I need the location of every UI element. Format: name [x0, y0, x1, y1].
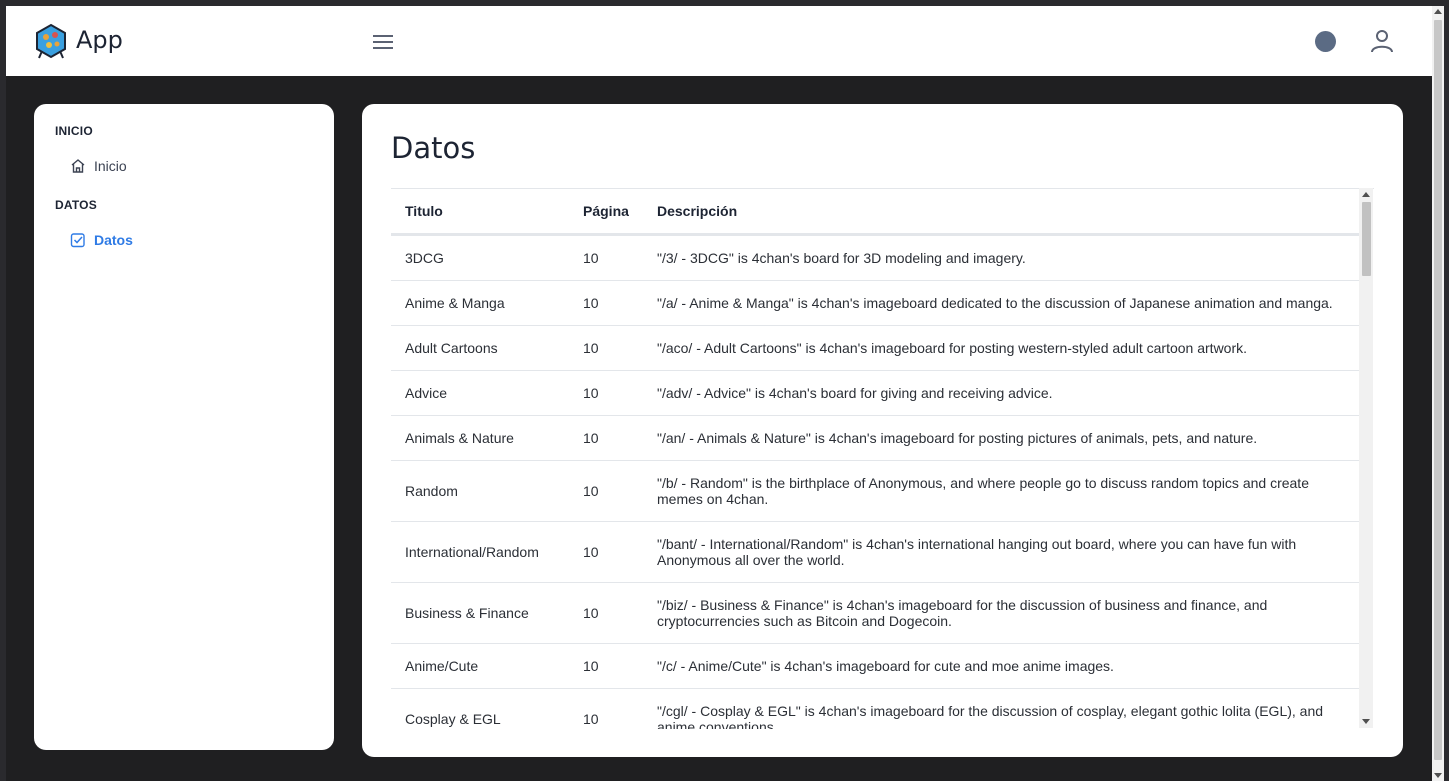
- data-table-container[interactable]: Titulo Página Descripción 3DCG 10 "/3/ -…: [391, 188, 1374, 729]
- cell-descripcion: "/c/ - Anime/Cute" is 4chan's imageboard…: [643, 643, 1359, 689]
- page-scroll-down-arrow-icon[interactable]: [1434, 773, 1442, 778]
- cell-titulo: Adult Cartoons: [391, 325, 569, 371]
- scroll-up-arrow-icon[interactable]: [1362, 192, 1370, 197]
- column-header-descripcion[interactable]: Descripción: [643, 189, 1359, 236]
- table-row[interactable]: Random 10 "/b/ - Random" is the birthpla…: [391, 460, 1359, 522]
- table-scrollbar[interactable]: [1359, 188, 1373, 728]
- cell-titulo: 3DCG: [391, 234, 569, 281]
- home-icon: [71, 159, 85, 173]
- table-row[interactable]: 3DCG 10 "/3/ - 3DCG" is 4chan's board fo…: [391, 234, 1359, 281]
- user-profile-icon[interactable]: [1369, 28, 1395, 54]
- sidebar-section-inicio: INICIO: [55, 124, 93, 138]
- cell-pagina: 10: [569, 325, 643, 371]
- cell-pagina: 10: [569, 415, 643, 461]
- page-scrollbar[interactable]: [1432, 6, 1444, 781]
- sidebar-section-datos: DATOS: [55, 198, 97, 212]
- sidebar: INICIO Inicio DATOS Datos: [34, 104, 334, 750]
- page-scroll-up-arrow-icon[interactable]: [1434, 9, 1442, 14]
- app-frame: App INICIO Inicio DATOS Datos Datos Titu…: [6, 6, 1432, 781]
- check-square-icon: [70, 233, 85, 248]
- column-header-pagina[interactable]: Página: [569, 189, 643, 236]
- cell-pagina: 10: [569, 688, 643, 729]
- page-scrollbar-thumb[interactable]: [1434, 20, 1442, 760]
- sidebar-item-label: Datos: [94, 232, 133, 248]
- cell-pagina: 10: [569, 460, 643, 522]
- table-row[interactable]: Advice 10 "/adv/ - Advice" is 4chan's bo…: [391, 370, 1359, 416]
- app-title: App: [76, 26, 123, 54]
- table-row[interactable]: Adult Cartoons 10 "/aco/ - Adult Cartoon…: [391, 325, 1359, 371]
- cell-pagina: 10: [569, 643, 643, 689]
- cell-titulo: Random: [391, 460, 569, 522]
- cell-pagina: 10: [569, 582, 643, 644]
- cell-descripcion: "/b/ - Random" is the birthplace of Anon…: [643, 460, 1359, 522]
- cell-titulo: Business & Finance: [391, 582, 569, 644]
- data-table: Titulo Página Descripción 3DCG 10 "/3/ -…: [391, 189, 1359, 729]
- cell-descripcion: "/3/ - 3DCG" is 4chan's board for 3D mod…: [643, 234, 1359, 281]
- cell-descripcion: "/bant/ - International/Random" is 4chan…: [643, 521, 1359, 583]
- cell-titulo: International/Random: [391, 521, 569, 583]
- table-row[interactable]: Business & Finance 10 "/biz/ - Business …: [391, 582, 1359, 644]
- table-row[interactable]: Anime & Manga 10 "/a/ - Anime & Manga" i…: [391, 280, 1359, 326]
- cell-titulo: Advice: [391, 370, 569, 416]
- cell-pagina: 10: [569, 280, 643, 326]
- table-scrollbar-thumb[interactable]: [1362, 202, 1371, 276]
- cell-descripcion: "/biz/ - Business & Finance" is 4chan's …: [643, 582, 1359, 644]
- cell-titulo: Anime/Cute: [391, 643, 569, 689]
- cell-titulo: Cosplay & EGL: [391, 688, 569, 729]
- page-title: Datos: [391, 131, 476, 165]
- app-logo-icon: [36, 23, 66, 59]
- sidebar-item-inicio[interactable]: Inicio: [70, 154, 127, 178]
- table-row[interactable]: International/Random 10 "/bant/ - Intern…: [391, 521, 1359, 583]
- cell-descripcion: "/an/ - Animals & Nature" is 4chan's ima…: [643, 415, 1359, 461]
- theme-toggle-button[interactable]: [1315, 31, 1336, 52]
- cell-titulo: Anime & Manga: [391, 280, 569, 326]
- table-row[interactable]: Anime/Cute 10 "/c/ - Anime/Cute" is 4cha…: [391, 643, 1359, 689]
- cell-descripcion: "/cgl/ - Cosplay & EGL" is 4chan's image…: [643, 688, 1359, 729]
- hamburger-menu-icon[interactable]: [370, 30, 396, 54]
- cell-titulo: Animals & Nature: [391, 415, 569, 461]
- cell-pagina: 10: [569, 234, 643, 281]
- cell-descripcion: "/aco/ - Adult Cartoons" is 4chan's imag…: [643, 325, 1359, 371]
- table-row[interactable]: Animals & Nature 10 "/an/ - Animals & Na…: [391, 415, 1359, 461]
- sidebar-item-datos[interactable]: Datos: [70, 228, 133, 252]
- cell-descripcion: "/adv/ - Advice" is 4chan's board for gi…: [643, 370, 1359, 416]
- scroll-down-arrow-icon[interactable]: [1362, 719, 1370, 724]
- sidebar-item-label: Inicio: [94, 158, 127, 174]
- main-panel: Datos Titulo Página Descripción 3DCG 10 …: [362, 104, 1403, 757]
- cell-descripcion: "/a/ - Anime & Manga" is 4chan's imagebo…: [643, 280, 1359, 326]
- table-row[interactable]: Cosplay & EGL 10 "/cgl/ - Cosplay & EGL"…: [391, 688, 1359, 729]
- column-header-titulo[interactable]: Titulo: [391, 189, 569, 236]
- cell-pagina: 10: [569, 370, 643, 416]
- top-bar: App: [6, 6, 1432, 76]
- cell-pagina: 10: [569, 521, 643, 583]
